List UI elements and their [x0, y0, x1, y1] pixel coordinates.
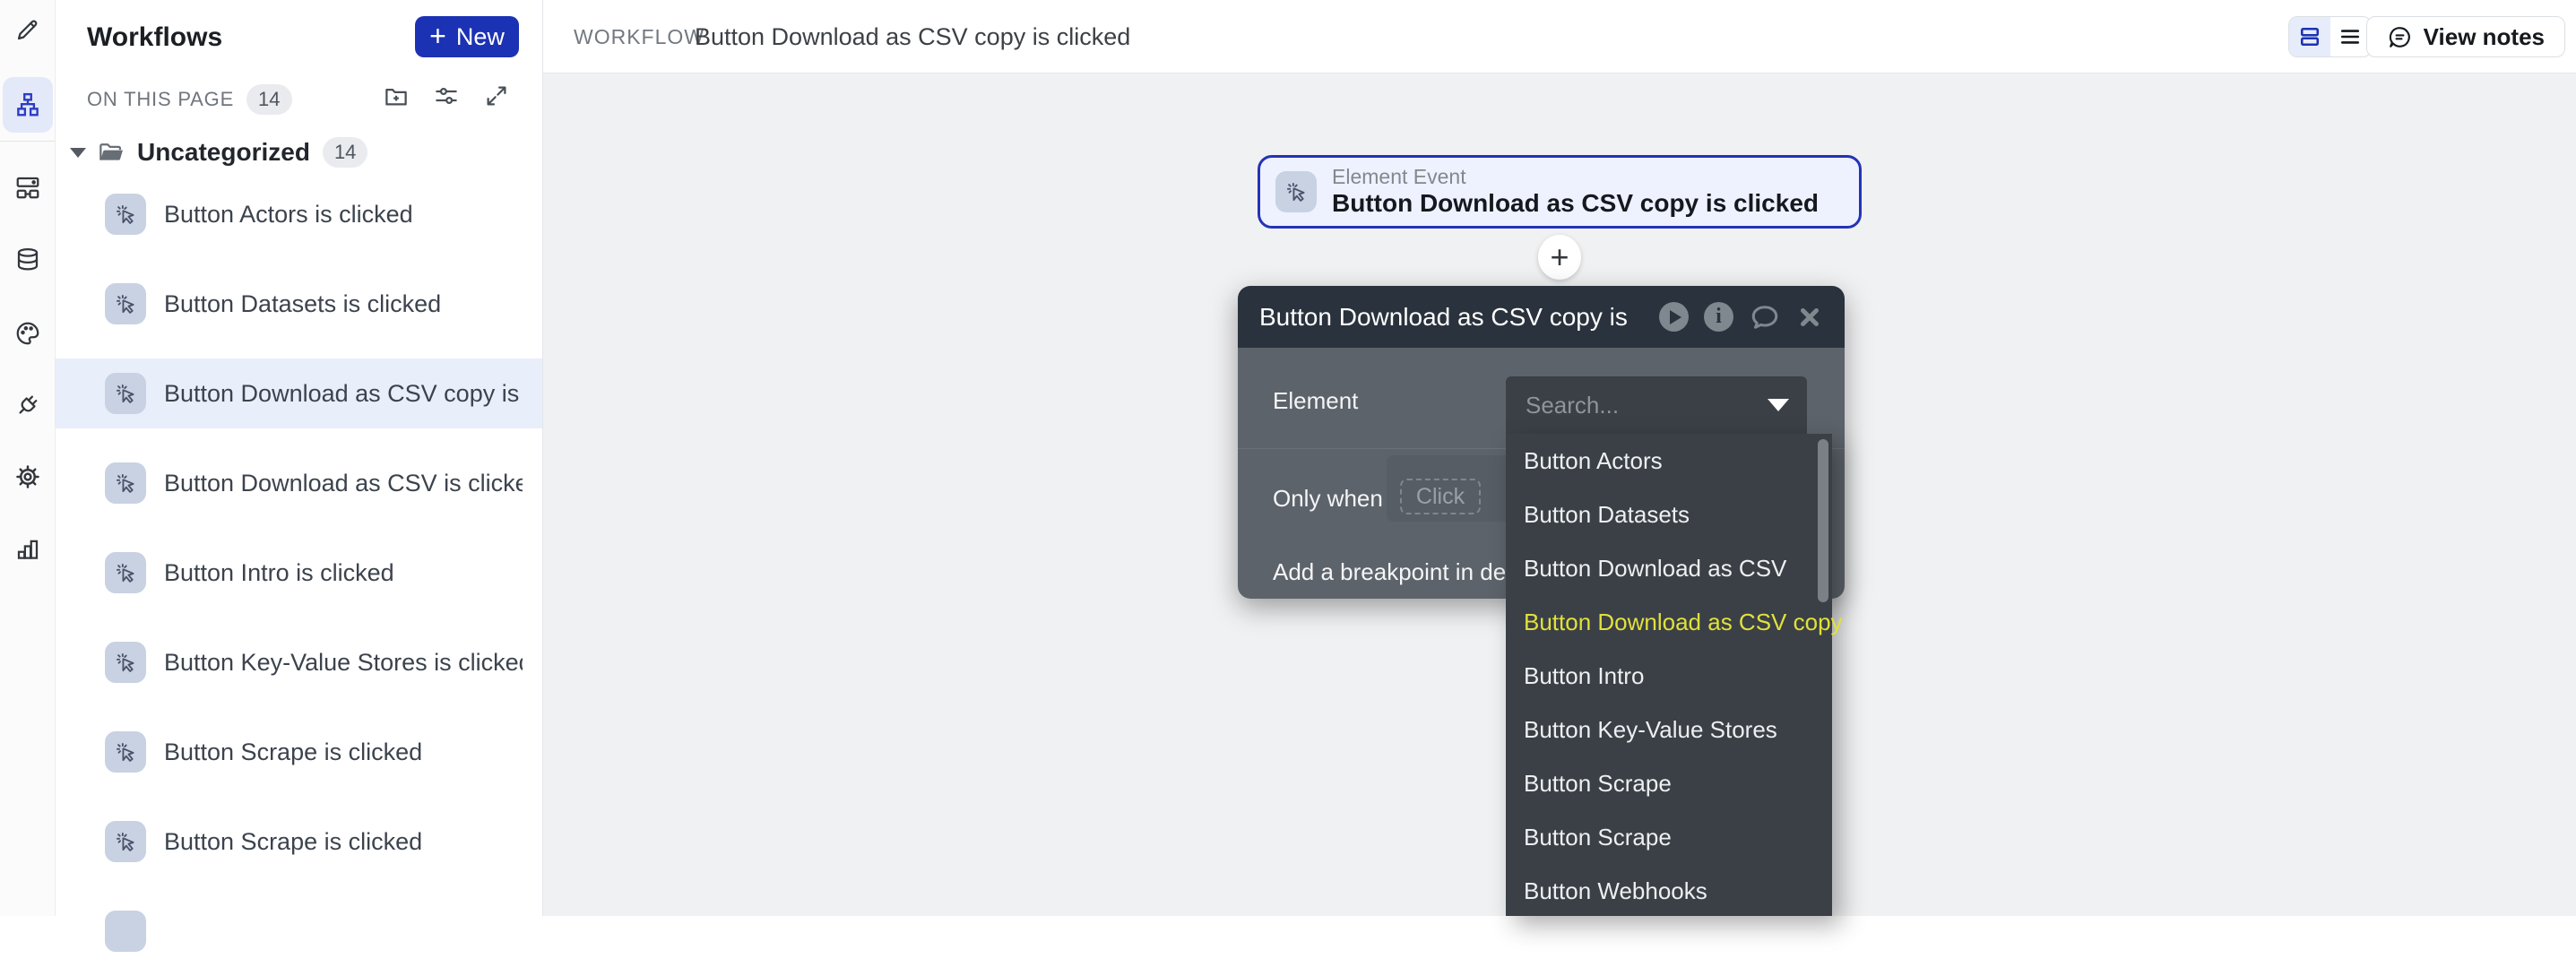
dropdown-option[interactable]: Button Key-Value Stores — [1506, 703, 1832, 756]
icon-rail — [0, 0, 56, 916]
cursor-click-icon — [105, 552, 146, 593]
settings-gear-icon[interactable] — [14, 463, 41, 490]
modal-header-icons: i — [1659, 301, 1823, 333]
search-input[interactable] — [1524, 391, 1759, 420]
expand-icon[interactable] — [483, 82, 510, 109]
add-step-button[interactable]: + — [1538, 235, 1581, 280]
dropdown-option[interactable]: Button Scrape — [1506, 756, 1832, 810]
section-label: ON THIS PAGE — [87, 88, 234, 111]
element-search-field[interactable] — [1506, 376, 1807, 434]
cursor-click-icon — [105, 194, 146, 235]
list-item-label: Button Key-Value Stores is clicked — [164, 649, 523, 677]
panel-title: Workflows — [87, 22, 222, 53]
list-item-selected[interactable]: Button Download as CSV copy is ... — [56, 349, 542, 438]
folder-name: Uncategorized — [137, 138, 310, 167]
plus-icon: + — [429, 22, 446, 50]
cursor-click-icon — [105, 283, 146, 324]
modal-title: Button Download as CSV copy is — [1259, 303, 1659, 332]
list-item[interactable]: Button Download as CSV is clicked — [56, 438, 542, 528]
cursor-click-icon — [105, 731, 146, 773]
list-item[interactable]: Button Scrape is clicked — [56, 797, 542, 886]
element-dropdown: Button Actors Button Datasets Button Dow… — [1506, 376, 1832, 916]
caret-down-icon[interactable] — [70, 148, 86, 158]
dropdown-option[interactable]: Button Datasets — [1506, 488, 1832, 541]
folder-uncategorized[interactable]: Uncategorized 14 — [56, 134, 542, 170]
palette-icon[interactable] — [14, 320, 41, 347]
node-type-label: Element Event — [1332, 165, 1819, 188]
dropdown-option[interactable]: Button Scrape — [1506, 810, 1832, 864]
list-item-label: Button Download as CSV is clicked — [164, 470, 523, 497]
list-item-label: Button Actors is clicked — [164, 201, 413, 229]
list-item-label: Button Download as CSV copy is ... — [164, 380, 523, 408]
view-toggle — [2288, 16, 2372, 57]
modal-header: Button Download as CSV copy is i — [1238, 286, 1845, 348]
info-icon[interactable]: i — [1704, 302, 1733, 332]
rail-divider — [0, 141, 56, 142]
view-notes-label: View notes — [2424, 23, 2545, 51]
workflows-icon[interactable] — [3, 77, 53, 133]
only-when-label: Only when — [1273, 485, 1383, 513]
list-item-label: Button Scrape is clicked — [164, 828, 422, 856]
list-item[interactable]: Button Intro is clicked — [56, 528, 542, 618]
list-item-label: Button Intro is clicked — [164, 559, 394, 587]
plus-icon: + — [1550, 238, 1569, 276]
filter-sliders-icon[interactable] — [433, 82, 460, 109]
cursor-click-icon — [105, 911, 146, 952]
list-item-label: Button Datasets is clicked — [164, 290, 441, 318]
list-item-label: Button Scrape is clicked — [164, 738, 422, 766]
node-text: Element Event Button Download as CSV cop… — [1332, 165, 1819, 219]
workflows-panel: Workflows + New ON THIS PAGE 14 Uncatego… — [56, 0, 543, 916]
new-workflow-button[interactable]: + New — [415, 16, 519, 57]
list-item-partial[interactable] — [56, 886, 542, 976]
list-item[interactable]: Button Datasets is clicked — [56, 259, 542, 349]
scrollbar-thumb[interactable] — [1818, 439, 1828, 602]
element-options-list: Button Actors Button Datasets Button Dow… — [1506, 434, 1832, 916]
node-title: Button Download as CSV copy is clicked — [1332, 188, 1819, 219]
cursor-click-icon — [105, 373, 146, 414]
open-folder-icon — [98, 138, 126, 167]
analytics-chart-icon[interactable] — [14, 535, 41, 562]
cursor-click-icon — [105, 642, 146, 683]
new-button-label: New — [456, 23, 505, 51]
on-this-page-row: ON THIS PAGE 14 — [87, 84, 292, 115]
element-field-label: Element — [1273, 387, 1358, 415]
play-icon[interactable] — [1659, 302, 1689, 332]
plug-icon[interactable] — [14, 392, 41, 419]
click-event-chip[interactable]: Click — [1400, 479, 1481, 514]
workflow-title: Button Download as CSV copy is clicked — [695, 23, 1130, 51]
workflow-list: Button Actors is clicked Button Datasets… — [56, 169, 542, 976]
cursor-click-icon — [105, 462, 146, 504]
components-icon[interactable] — [14, 174, 41, 201]
pencil-icon[interactable] — [14, 16, 41, 43]
dropdown-option[interactable]: Button Webhooks — [1506, 864, 1832, 918]
section-count-badge: 14 — [246, 84, 291, 115]
database-icon[interactable] — [14, 246, 41, 273]
dropdown-option[interactable]: Button Intro — [1506, 649, 1832, 703]
workflow-node[interactable]: Element Event Button Download as CSV cop… — [1258, 155, 1862, 229]
comment-icon[interactable] — [1749, 301, 1781, 333]
workflow-label: WORKFLOW: — [574, 25, 711, 49]
list-item[interactable]: Button Actors is clicked — [56, 169, 542, 259]
list-item[interactable]: Button Scrape is clicked — [56, 707, 542, 797]
list-item[interactable]: Button Key-Value Stores is clicked — [56, 618, 542, 707]
close-icon[interactable] — [1796, 304, 1823, 331]
list-view-icon[interactable] — [2330, 17, 2372, 56]
dropdown-option[interactable]: Button Download as CSV — [1506, 541, 1832, 595]
cursor-click-icon — [105, 821, 146, 862]
dropdown-option[interactable]: Button Actors — [1506, 434, 1832, 488]
dropdown-option-highlighted[interactable]: Button Download as CSV copy — [1506, 595, 1832, 649]
view-notes-button[interactable]: View notes — [2366, 16, 2565, 57]
chevron-down-icon[interactable] — [1768, 399, 1789, 411]
cursor-click-icon — [1275, 171, 1317, 212]
canvas-header: WORKFLOW: Button Download as CSV copy is… — [543, 0, 2576, 73]
folder-count-badge: 14 — [323, 137, 367, 168]
new-folder-icon[interactable] — [383, 82, 410, 109]
workflow-canvas: WORKFLOW: Button Download as CSV copy is… — [543, 0, 2576, 916]
card-view-icon[interactable] — [2289, 17, 2330, 56]
notes-bubble-icon — [2387, 24, 2413, 50]
breakpoint-option[interactable]: Add a breakpoint in deb — [1273, 558, 1519, 586]
